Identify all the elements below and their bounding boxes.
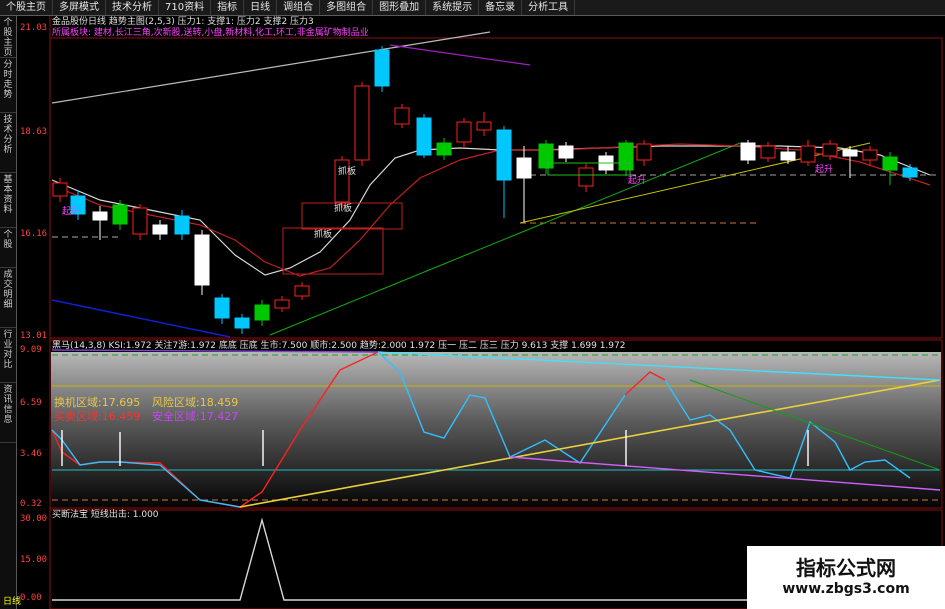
candle-body: [52, 182, 68, 197]
price-axis-tick: 16.16: [20, 229, 47, 239]
indicator-panel-header: 黑马(14,3,8) KSI:1.972 关注7游:1.972 底底 压底 生市…: [52, 341, 626, 351]
status-period[interactable]: 日线: [3, 597, 21, 608]
candle-body: [760, 145, 776, 159]
price-annotation: 抓板: [334, 202, 352, 214]
candle-body: [842, 149, 858, 157]
candle-body: [578, 167, 594, 187]
bottom-axis-tick: 30.00: [20, 514, 47, 524]
candle-body: [436, 142, 452, 156]
candle-body: [740, 142, 756, 161]
price-panel-border: [49, 37, 943, 339]
candle-body: [558, 145, 574, 159]
candle-body: [862, 149, 878, 161]
trend-line-purple: [389, 44, 531, 66]
candle-body: [800, 145, 816, 163]
indicator-axis-tick: 6.59: [20, 398, 42, 408]
candle-body: [456, 121, 472, 143]
sector-header: 所属板块: 建材,长江三角,次新股,送转,小盘,新材料,化工,环工,非金属矿物制…: [52, 28, 369, 38]
candle-body: [194, 234, 210, 286]
candle-body: [254, 304, 270, 321]
price-axis-tick: 13.01: [20, 331, 47, 341]
candle-body: [274, 299, 290, 309]
price-annotation: 起升: [628, 175, 646, 186]
price-panel-header: 金品股份日线 趋势主图(2,5,3) 压力1: 支撑1: 压力2 支撑2 压力3: [52, 17, 314, 27]
indicator-axis-tick: 0.32: [20, 499, 42, 509]
price-annotation: 起升: [815, 164, 833, 175]
indicator-axis-tick: 3.46: [20, 449, 42, 459]
candle-body: [174, 215, 190, 235]
bottom-axis-tick: 15.00: [20, 555, 47, 565]
bottom-panel-header: 买断法宝 短线出击: 1.000: [52, 510, 159, 520]
watermark-url: www.zbgs3.com: [782, 581, 910, 597]
candle-body: [882, 156, 898, 171]
annotation-box: [282, 227, 384, 275]
candle-body: [516, 157, 532, 179]
price-annotation: 抓板: [314, 228, 332, 240]
candle-body: [294, 285, 310, 297]
candle-body: [354, 85, 370, 161]
zone-label-0: 换机区域:17.695: [54, 396, 141, 409]
zone-label-1: 风险区域:18.459: [152, 396, 239, 409]
candle-body: [416, 117, 432, 156]
candle-body: [618, 142, 634, 171]
candle-body: [112, 204, 128, 225]
candle-body: [92, 211, 108, 221]
candle-body: [374, 49, 390, 87]
price-annotation: 起升: [62, 206, 80, 217]
candle-body: [152, 224, 168, 235]
watermark: 指标公式网 www.zbgs3.com: [747, 546, 945, 609]
candle-body: [902, 167, 918, 178]
price-annotation: 抓板: [338, 165, 356, 177]
candle-body: [214, 297, 230, 319]
candle-body: [538, 143, 554, 169]
candle-body: [394, 107, 410, 125]
trend-line-blue: [51, 299, 231, 338]
zone-label-3: 安全区域:17.427: [152, 410, 239, 423]
watermark-title: 指标公式网: [796, 556, 896, 580]
zone-label-2: 买卖区域:16.459: [54, 410, 141, 423]
candle-body: [822, 143, 838, 157]
candle-body: [234, 317, 250, 329]
price-axis-tick: 21.03: [20, 23, 47, 33]
trend-line-gray: [51, 31, 491, 104]
indicator-axis-tick: 9.09: [20, 345, 42, 355]
candle-body: [476, 121, 492, 131]
ma-line-red: [51, 143, 931, 277]
candle-body: [132, 207, 148, 235]
price-axis-tick: 18.63: [20, 127, 47, 137]
ma-line-white: [51, 145, 931, 276]
candle-body: [780, 151, 796, 161]
bottom-axis-tick: 0.00: [20, 593, 42, 603]
candle-body: [636, 143, 652, 161]
candle-body: [496, 129, 512, 181]
